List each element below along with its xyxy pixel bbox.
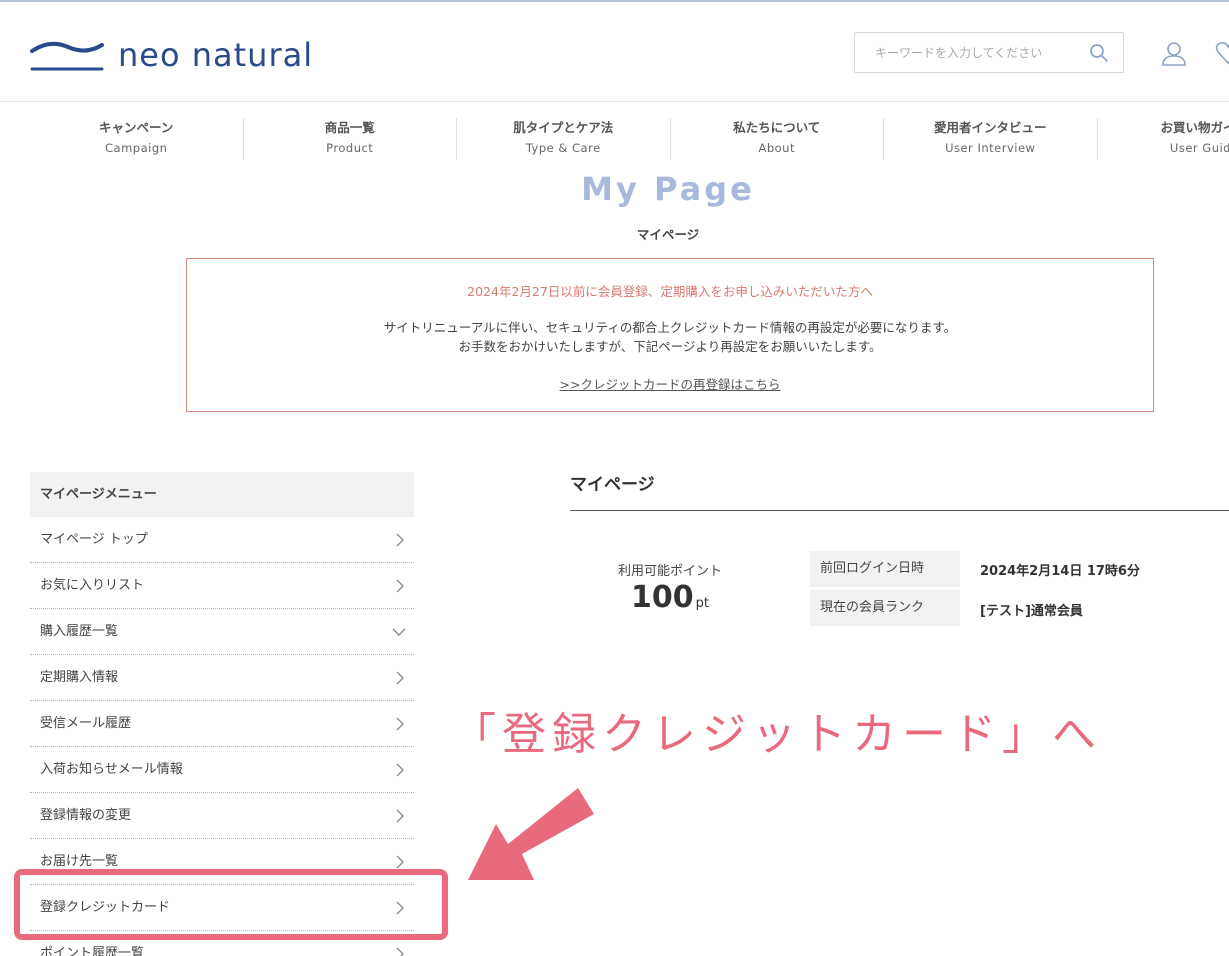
nav-label-en: Type & Care [525, 141, 601, 155]
side-item-label: 購入履歴一覧 [40, 624, 119, 639]
nav-item-about[interactable]: 私たちについて About [671, 118, 884, 160]
chevron-down-icon [392, 628, 406, 636]
notice-line: お手数をおかけいたしますが、下記ページより再設定をお願いいたします。 [458, 339, 882, 354]
notice-box: 2024年2月27日以前に会員登録、定期購入をお申し込みいただいた方へ サイトリ… [186, 258, 1154, 412]
chevron-right-icon [396, 579, 404, 593]
side-item-label: お届け先一覧 [40, 854, 119, 869]
notice-body: サイトリニューアルに伴い、セキュリティの都合上クレジットカード情報の再設定が必要… [187, 318, 1153, 356]
chevron-right-icon [396, 717, 404, 731]
last-login-value: 2024年2月14日 17時6分 [980, 564, 1140, 579]
chevron-right-icon [396, 671, 404, 685]
side-item-favorites[interactable]: お気に入りリスト [30, 563, 414, 609]
global-nav: キャンペーン Campaign 商品一覧 Product 肌タイプとケア法 Ty… [30, 118, 1229, 160]
points-display: 100 pt [600, 580, 740, 615]
nav-label-jp: 商品一覧 [324, 120, 375, 135]
points-unit: pt [695, 596, 709, 611]
search-icon[interactable] [1089, 43, 1109, 63]
site-header: neo natural [0, 2, 1229, 102]
side-item-edit-profile[interactable]: 登録情報の変更 [30, 793, 414, 839]
side-item-mypage-top[interactable]: マイページ トップ [30, 517, 414, 563]
side-item-received-mail[interactable]: 受信メール履歴 [30, 701, 414, 747]
side-item-label: 定期購入情報 [40, 670, 119, 685]
nav-label-jp: キャンペーン [99, 120, 174, 135]
search-input[interactable] [855, 33, 1075, 72]
nav-label-en: User Interview [945, 141, 1036, 155]
section-divider [570, 510, 1229, 511]
annotation-callout-text: 「登録クレジットカード」へ [452, 709, 1102, 760]
nav-item-product[interactable]: 商品一覧 Product [244, 118, 457, 160]
side-item-label: マイページ トップ [40, 532, 148, 547]
heart-icon[interactable] [1215, 40, 1229, 66]
nav-item-campaign[interactable]: キャンペーン Campaign [30, 118, 244, 160]
chevron-right-icon [396, 947, 404, 956]
points-value: 100 [631, 580, 694, 615]
member-rank-value: [テスト]通常会員 [980, 604, 1083, 619]
page-subtitle: マイページ [636, 227, 700, 242]
annotation-arrow-icon [468, 788, 594, 880]
wave-logo-icon [30, 41, 104, 71]
member-rank-label: 現在の会員ランク [810, 590, 960, 626]
nav-label-jp: 愛用者インタビュー [933, 120, 1047, 135]
side-item-label: ポイント履歴一覧 [40, 946, 145, 956]
nav-label-en: Campaign [105, 141, 168, 155]
nav-label-en: Product [326, 141, 374, 155]
annotation-highlight-box [14, 869, 448, 940]
nav-label-jp: 私たちについて [733, 120, 821, 135]
nav-label-jp: 肌タイプとケア法 [513, 120, 614, 135]
nav-label-en: About [758, 141, 795, 155]
side-item-subscription[interactable]: 定期購入情報 [30, 655, 414, 701]
page-title: My Page [581, 170, 755, 208]
side-item-purchase-history[interactable]: 購入履歴一覧 [30, 609, 414, 655]
chevron-right-icon [396, 763, 404, 777]
notice-line: サイトリニューアルに伴い、セキュリティの都合上クレジットカード情報の再設定が必要… [383, 320, 957, 335]
last-login-label: 前回ログイン日時 [810, 551, 960, 587]
nav-label-jp: お買い物ガイド [1160, 120, 1229, 135]
brand-name: neo natural [118, 36, 314, 74]
side-item-restock-notice[interactable]: 入荷お知らせメール情報 [30, 747, 414, 793]
site-logo[interactable]: neo natural [30, 36, 313, 74]
points-label: 利用可能ポイント [617, 564, 722, 579]
nav-item-user-guide[interactable]: お買い物ガイド User Guide [1098, 118, 1229, 160]
side-item-label: 登録情報の変更 [40, 808, 132, 823]
side-menu-heading: マイページメニュー [30, 472, 414, 517]
credit-card-reregister-link[interactable]: >>クレジットカードの再登録はこちら [560, 374, 781, 393]
chevron-right-icon [396, 533, 404, 547]
nav-label-en: User Guide [1169, 141, 1229, 155]
side-item-label: 受信メール履歴 [40, 716, 132, 731]
search-box [854, 32, 1124, 73]
user-icon[interactable] [1161, 40, 1187, 66]
main-section-title: マイページ [570, 475, 655, 495]
side-item-label: お気に入りリスト [40, 578, 145, 593]
chevron-right-icon [396, 855, 404, 869]
chevron-right-icon [396, 809, 404, 823]
nav-item-type-care[interactable]: 肌タイプとケア法 Type & Care [457, 118, 671, 160]
side-item-label: 入荷お知らせメール情報 [40, 762, 183, 777]
nav-item-user-interview[interactable]: 愛用者インタビュー User Interview [884, 118, 1098, 160]
notice-heading: 2024年2月27日以前に会員登録、定期購入をお申し込みいただいた方へ [467, 284, 873, 299]
